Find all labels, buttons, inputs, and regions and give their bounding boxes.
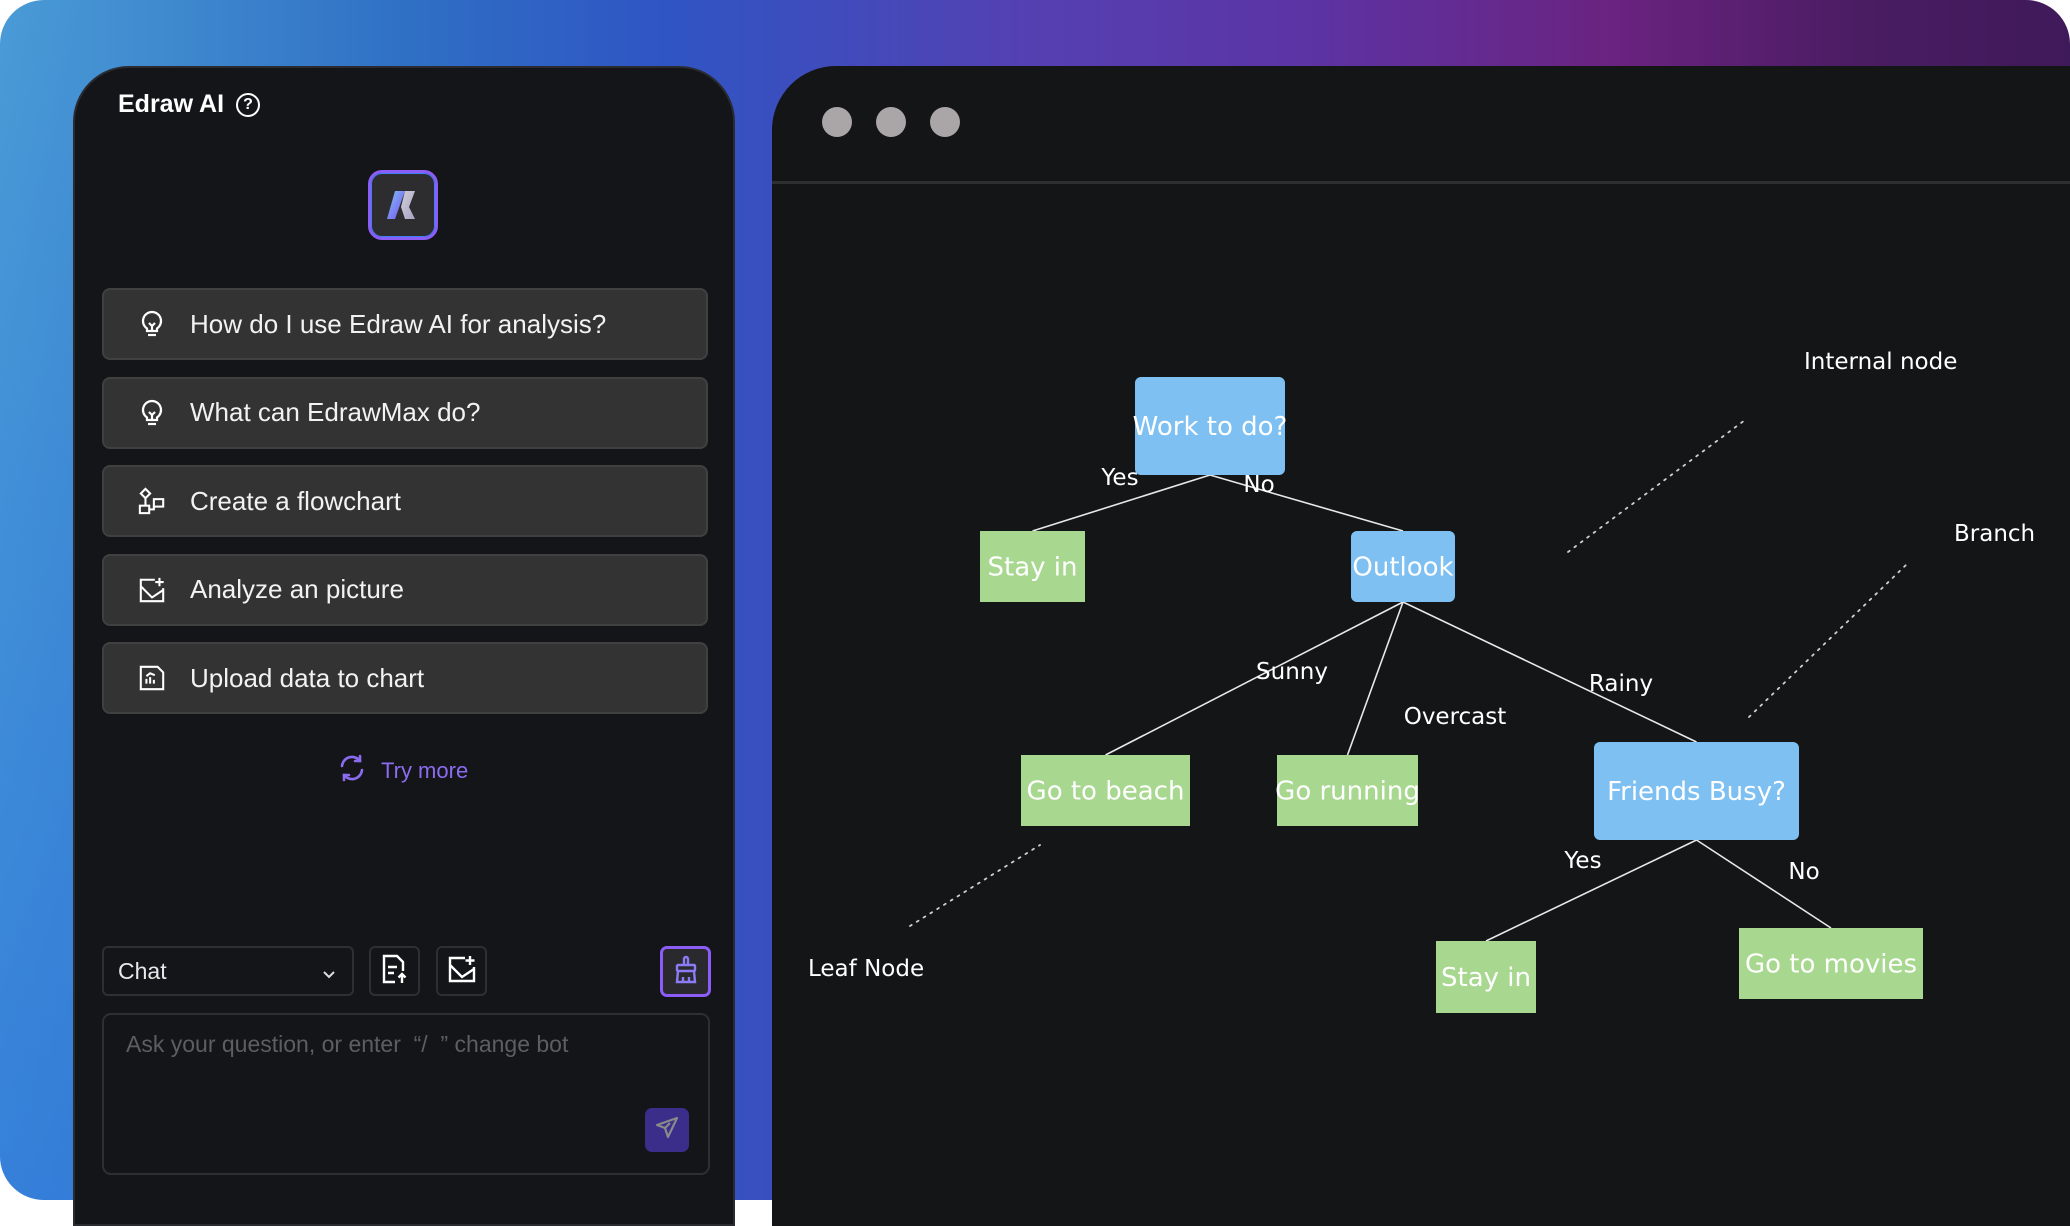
edge-label: No <box>1243 472 1274 498</box>
suggestion-list: How do I use Edraw AI for analysis? What… <box>102 288 708 731</box>
mode-select[interactable]: Chat <box>102 946 354 996</box>
image-add-icon <box>447 954 477 989</box>
node-label: Go to movies <box>1745 950 1917 980</box>
file-upload-icon <box>380 953 410 990</box>
edge-label: Yes <box>1100 465 1138 491</box>
lightbulb-icon <box>138 399 166 427</box>
node-label: Friends Busy? <box>1607 777 1786 807</box>
annotation-pointer-line <box>1567 419 1746 553</box>
try-more-button[interactable]: Try more <box>337 753 468 789</box>
edraw-ai-logo-icon <box>368 170 438 240</box>
suggestion-upload-chart[interactable]: Upload data to chart <box>102 642 708 714</box>
question-circle-icon[interactable]: ? <box>236 92 261 117</box>
mode-select-value: Chat <box>118 957 167 984</box>
node-stay1[interactable]: Stay in <box>980 531 1085 602</box>
edge-label: Rainy <box>1589 671 1653 697</box>
upload-image-button[interactable] <box>436 946 487 996</box>
edge-label: Sunny <box>1256 659 1328 685</box>
annotation-pointer-line <box>909 844 1041 927</box>
diagram-window: Work to do? Stay in Outlook Go to beach Go r… <box>772 66 2070 1226</box>
annotation-label: Branch <box>1954 521 2035 547</box>
annotation-pointer-line <box>1748 563 1908 718</box>
lightbulb-icon <box>138 310 166 338</box>
node-friends[interactable]: Friends Busy? <box>1594 742 1799 840</box>
edge-label: Yes <box>1563 848 1601 874</box>
node-label: Go to beach <box>1027 777 1185 807</box>
flowchart-icon <box>138 487 166 515</box>
send-icon <box>654 1115 680 1146</box>
edge-work-outlook <box>1209 474 1404 532</box>
node-outlook[interactable]: Outlook <box>1351 531 1455 602</box>
upload-file-button[interactable] <box>369 946 420 996</box>
node-stay2[interactable]: Stay in <box>1436 941 1536 1013</box>
node-running[interactable]: Go running <box>1275 755 1420 826</box>
send-button[interactable] <box>645 1108 689 1152</box>
suggestion-flowchart[interactable]: Create a flowchart <box>102 465 708 537</box>
suggestion-analyze-picture[interactable]: Analyze an picture <box>102 553 708 626</box>
suggestion-label: Analyze an picture <box>190 574 404 604</box>
node-label: Outlook <box>1352 553 1453 583</box>
node-label: Stay in <box>1441 963 1531 993</box>
suggestion-edrawmax[interactable]: What can EdrawMax do? <box>102 376 708 449</box>
node-label: Work to do? <box>1133 412 1288 442</box>
suggestion-label: How do I use Edraw AI for analysis? <box>190 308 607 339</box>
edge-outlook-beach <box>1105 601 1404 756</box>
chevron-down-icon <box>320 962 338 989</box>
annotation-label: Internal node <box>1804 349 1957 375</box>
suggestion-label: Upload data to chart <box>190 662 425 693</box>
question-input-box <box>102 1013 710 1175</box>
decision-tree-diagram: Work to do? Stay in Outlook Go to beach Go r… <box>808 349 2035 1013</box>
node-work[interactable]: Work to do? <box>1133 377 1288 475</box>
refresh-icon <box>337 753 367 789</box>
suggestion-analysis[interactable]: How do I use Edraw AI for analysis? <box>102 288 708 360</box>
image-add-icon <box>138 576 166 604</box>
question-input[interactable] <box>124 1029 688 1113</box>
node-movies[interactable]: Go to movies <box>1739 928 1923 999</box>
panel-header: Edraw AI ? <box>118 90 261 119</box>
edge-outlook-running <box>1346 601 1404 756</box>
broom-icon <box>672 954 700 989</box>
suggestion-label: What can EdrawMax do? <box>190 397 481 427</box>
try-more-label: Try more <box>381 758 469 783</box>
node-beach[interactable]: Go to beach <box>1021 755 1190 826</box>
annotation-label: Leaf Node <box>808 956 924 982</box>
edge-label: Overcast <box>1404 704 1507 730</box>
node-label: Stay in <box>988 553 1078 583</box>
panel-title: Edraw AI <box>118 90 225 118</box>
chat-toolbar: Chat <box>102 946 711 998</box>
chart-file-icon <box>138 664 166 692</box>
clear-chat-button[interactable] <box>660 946 711 997</box>
node-label: Go running <box>1275 777 1420 807</box>
edge-label: No <box>1788 859 1819 885</box>
suggestion-label: Create a flowchart <box>190 485 401 516</box>
edraw-ai-chat-panel: Edraw AI ? How do I use Edraw AI for ana… <box>73 66 735 1226</box>
